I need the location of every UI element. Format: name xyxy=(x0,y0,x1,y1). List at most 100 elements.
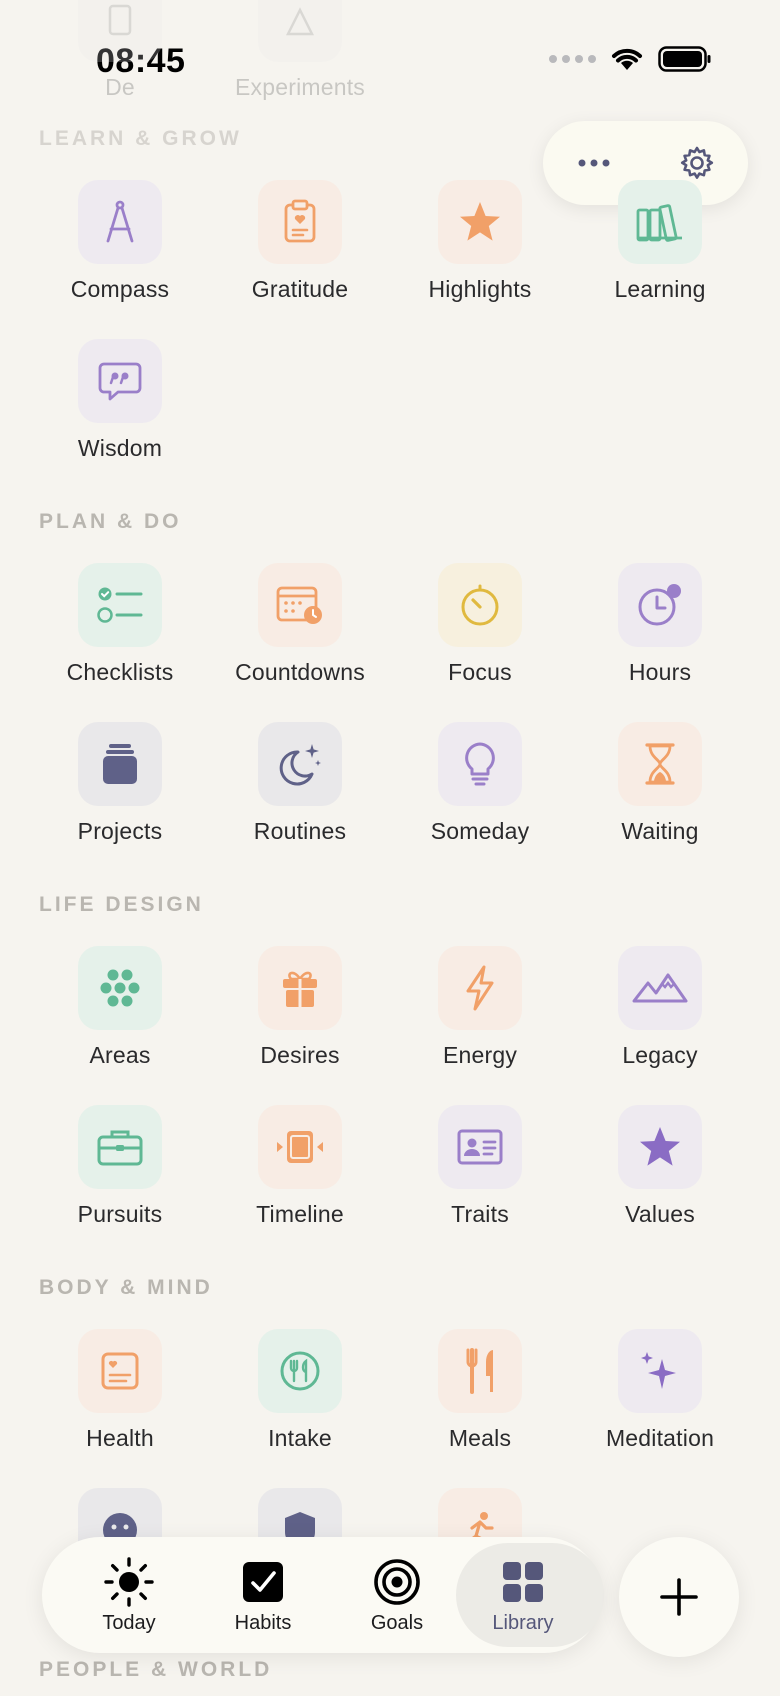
library-item-timeline[interactable]: Timeline xyxy=(210,1105,390,1228)
library-item-pursuits[interactable]: Pursuits xyxy=(30,1105,210,1228)
plate-utensils-icon xyxy=(258,1329,342,1413)
item-label: Pursuits xyxy=(77,1201,163,1227)
library-item-focus[interactable]: Focus xyxy=(390,563,570,686)
clipboard-heart-icon xyxy=(258,180,342,264)
compass-icon xyxy=(78,180,162,264)
item-label: Timeline xyxy=(256,1201,344,1227)
tab-bar: Today Habits Goals Library xyxy=(42,1537,604,1653)
library-item-de[interactable]: De xyxy=(30,0,210,101)
item-label: Checklists xyxy=(66,659,174,685)
archive-box-icon xyxy=(78,722,162,806)
library-item-compass[interactable]: Compass xyxy=(30,180,210,303)
library-item-learning[interactable]: Learning xyxy=(570,180,750,303)
item-label: Desires xyxy=(260,1042,340,1068)
timer-icon xyxy=(438,563,522,647)
library-item-values[interactable]: Values xyxy=(570,1105,750,1228)
document-icon xyxy=(78,0,162,62)
item-label: Focus xyxy=(448,659,512,685)
tab-today[interactable]: Today xyxy=(62,1537,196,1653)
section-title-plan-do: PLAN & DO xyxy=(39,510,182,533)
tab-label: Goals xyxy=(370,1612,424,1634)
tab-goals[interactable]: Goals xyxy=(330,1537,464,1653)
star-icon xyxy=(438,180,522,264)
tab-habits[interactable]: Habits xyxy=(196,1537,330,1653)
item-label: Routines xyxy=(253,818,347,844)
library-item-countdowns[interactable]: Countdowns xyxy=(210,563,390,686)
item-label: Countdowns xyxy=(235,659,365,685)
item-label: Gratitude xyxy=(251,276,349,302)
tab-label: Today xyxy=(102,1612,156,1634)
library-item-meals[interactable]: Meals xyxy=(390,1329,570,1452)
briefcase-icon xyxy=(78,1105,162,1189)
lightbulb-icon xyxy=(438,722,522,806)
library-item-gratitude[interactable]: Gratitude xyxy=(210,180,390,303)
id-card-icon xyxy=(438,1105,522,1189)
cellular-signal-icon xyxy=(549,55,596,63)
item-label: Intake xyxy=(268,1425,332,1451)
battery-icon xyxy=(658,46,711,72)
mountains-icon xyxy=(618,946,702,1030)
timeline-icon xyxy=(258,1105,342,1189)
moon-stars-icon xyxy=(258,722,342,806)
item-label: Meals xyxy=(448,1425,512,1451)
ellipsis-icon xyxy=(578,159,610,167)
item-label: Values xyxy=(625,1201,695,1227)
item-label: Projects xyxy=(77,818,163,844)
item-label: Legacy xyxy=(622,1042,698,1068)
item-label: Health xyxy=(86,1425,154,1451)
item-label: Experiments xyxy=(234,74,366,100)
library-item-traits[interactable]: Traits xyxy=(390,1105,570,1228)
section-title-people-world: PEOPLE & WORLD xyxy=(39,1658,273,1681)
tab-label: Library xyxy=(492,1612,554,1634)
library-item-health[interactable]: Health xyxy=(30,1329,210,1452)
library-item-checklists[interactable]: Checklists xyxy=(30,563,210,686)
target-icon xyxy=(374,1559,420,1605)
library-item-intake[interactable]: Intake xyxy=(210,1329,390,1452)
tab-library[interactable]: Library xyxy=(456,1537,604,1653)
flask-icon xyxy=(258,0,342,62)
library-item-projects[interactable]: Projects xyxy=(30,722,210,845)
tab-label: Habits xyxy=(234,1612,292,1634)
fork-knife-icon xyxy=(438,1329,522,1413)
item-label: Wisdom xyxy=(77,435,163,461)
library-item-routines[interactable]: Routines xyxy=(210,722,390,845)
clock-badge-icon xyxy=(618,563,702,647)
books-icon xyxy=(618,180,702,264)
sun-icon xyxy=(104,1557,154,1607)
checklist-icon xyxy=(78,563,162,647)
wifi-icon xyxy=(612,48,642,70)
hourglass-icon xyxy=(618,722,702,806)
cluster-dots-icon xyxy=(78,946,162,1030)
star-icon xyxy=(618,1105,702,1189)
item-label: Someday xyxy=(430,818,530,844)
add-button[interactable] xyxy=(619,1537,739,1657)
grid-icon xyxy=(503,1562,543,1602)
lightning-bolt-icon xyxy=(438,946,522,1030)
item-label: Learning xyxy=(614,276,706,302)
gift-icon xyxy=(258,946,342,1030)
library-item-energy[interactable]: Energy xyxy=(390,946,570,1069)
item-label: Compass xyxy=(70,276,170,302)
library-item-meditation[interactable]: Meditation xyxy=(570,1329,750,1452)
status-icons xyxy=(549,46,712,72)
item-label: Highlights xyxy=(428,276,532,302)
library-item-hours[interactable]: Hours xyxy=(570,563,750,686)
sparkles-icon xyxy=(618,1329,702,1413)
calendar-clock-icon xyxy=(258,563,342,647)
quote-bubble-icon xyxy=(78,339,162,423)
item-label: Meditation xyxy=(605,1425,715,1451)
library-item-highlights[interactable]: Highlights xyxy=(390,180,570,303)
health-record-icon xyxy=(78,1329,162,1413)
library-item-areas[interactable]: Areas xyxy=(30,946,210,1069)
library-item-wisdom[interactable]: Wisdom xyxy=(30,339,210,462)
library-item-desires[interactable]: Desires xyxy=(210,946,390,1069)
library-item-experiments[interactable]: Experiments xyxy=(210,0,390,101)
section-title-body-mind: BODY & MIND xyxy=(39,1276,213,1299)
item-label: Waiting xyxy=(621,818,699,844)
item-label: Areas xyxy=(89,1042,151,1068)
library-item-legacy[interactable]: Legacy xyxy=(570,946,750,1069)
library-item-waiting[interactable]: Waiting xyxy=(570,722,750,845)
section-title-learn-grow: LEARN & GROW xyxy=(39,127,242,150)
item-label: Traits xyxy=(451,1201,509,1227)
library-item-someday[interactable]: Someday xyxy=(390,722,570,845)
